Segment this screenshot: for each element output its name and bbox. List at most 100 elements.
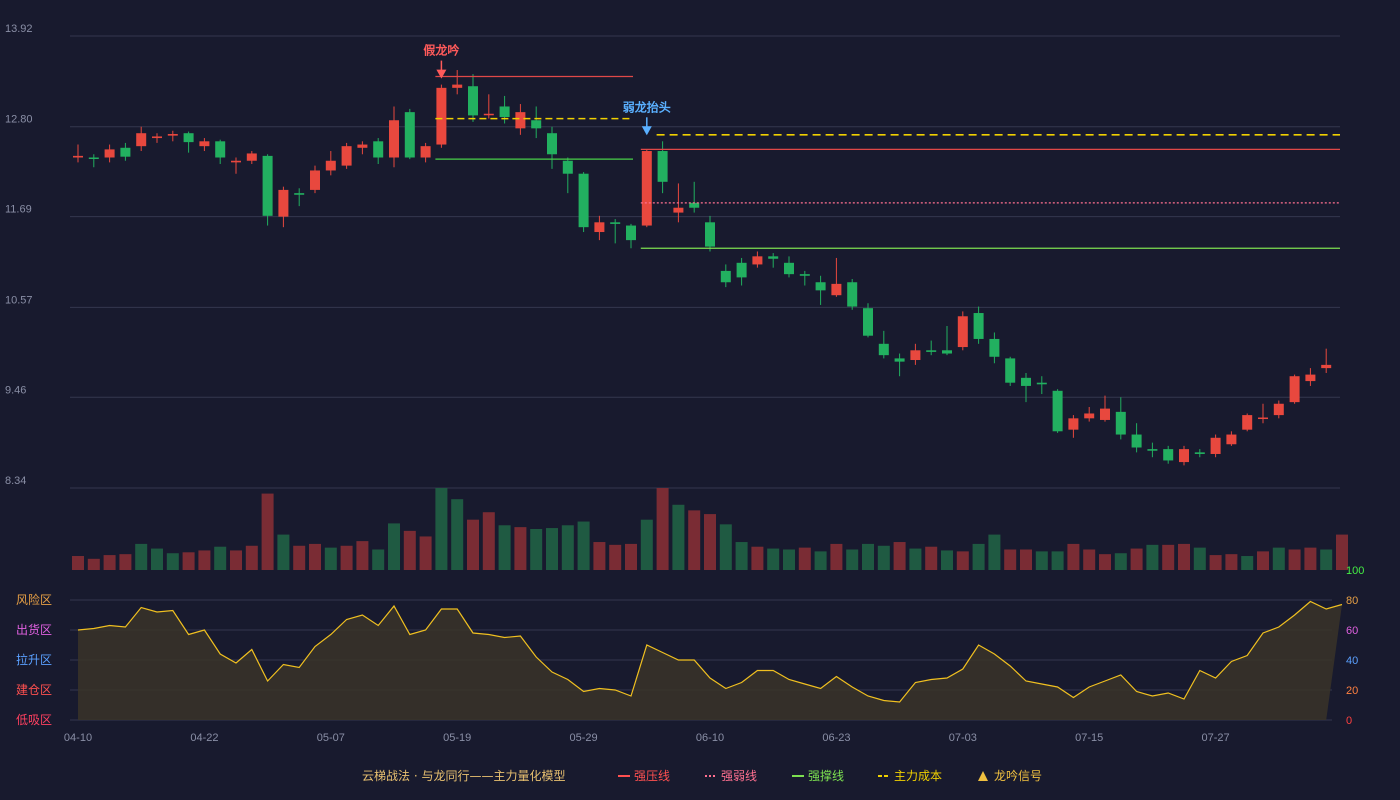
volume-bar (388, 523, 400, 570)
volume-bar (593, 542, 606, 570)
candle-body (1179, 449, 1189, 463)
volume-bar (214, 546, 227, 570)
candle-body (1068, 418, 1079, 430)
volume-bar (1272, 547, 1285, 570)
signal-arrow-icon (436, 69, 447, 79)
volume-bar (941, 550, 953, 570)
candle-body (1115, 411, 1126, 435)
candle-body (215, 141, 226, 158)
volume-bar (1257, 551, 1269, 570)
volume-bar (1304, 547, 1317, 570)
candle-body (389, 120, 399, 158)
candle-body (246, 153, 257, 161)
candle-body (784, 262, 794, 275)
candle-body (136, 133, 147, 147)
candlestick-chart: 13.92 12.80 11.69 10.57 9.46 8.34 假龙吟弱龙抬头 100… (5, 23, 1364, 783)
candle-body (1226, 434, 1237, 445)
volume-bar (135, 543, 148, 570)
indicator-tick-label: 40 (1346, 655, 1358, 667)
candle-body (815, 282, 826, 291)
candle-body (847, 282, 858, 307)
volume-bar (1130, 548, 1143, 570)
candle-body (626, 225, 636, 241)
candle-body (262, 155, 273, 216)
candle-body (1242, 415, 1253, 430)
candle-body (894, 358, 905, 362)
volume-bar (988, 534, 1001, 570)
candle-body (957, 316, 968, 348)
volume-bar (846, 549, 859, 570)
candle-body (341, 146, 352, 166)
volume-bar (309, 543, 321, 570)
candle-body (1131, 434, 1142, 448)
candle-series (73, 70, 1332, 466)
candle-body (515, 112, 526, 129)
volume-bar (1225, 554, 1238, 570)
candle-body (1005, 358, 1016, 383)
price-axis: 13.92 12.80 11.69 10.57 9.46 8.34 (5, 23, 33, 487)
zone-label: 出货区 (16, 622, 52, 637)
volume-bar (862, 543, 874, 570)
volume-bar (1020, 549, 1032, 570)
candle-body (1163, 449, 1174, 461)
indicator-tick-label: 20 (1346, 685, 1358, 697)
price-tick-label: 11.69 (5, 204, 32, 216)
date-tick-label: 07-27 (1202, 732, 1230, 744)
chart-legend: 云梯战法 · 与龙同行——主力量化模型 强压线 强弱线 强撑线 主力成本 龙吟信号 (362, 768, 1042, 783)
volume-bar (672, 504, 685, 570)
candle-body (104, 149, 115, 158)
candle-body (1052, 390, 1063, 432)
candle-body (294, 193, 305, 195)
volume-bar (119, 554, 132, 570)
volume-bar (830, 543, 843, 570)
candle-body (199, 141, 210, 147)
candle-body (278, 189, 289, 217)
candle-body (420, 146, 431, 158)
volume-bar (87, 558, 100, 570)
candle-body (231, 160, 241, 163)
candle-body (1210, 437, 1221, 454)
volume-bar (356, 541, 369, 570)
candle-body (973, 313, 984, 339)
volume-bar (419, 536, 432, 570)
indicator-tick-label: 0 (1346, 715, 1352, 727)
volume-bar (719, 524, 732, 570)
candle-body (594, 222, 605, 233)
volume-bar (751, 546, 764, 570)
candle-body (720, 270, 731, 283)
volume-bar (198, 550, 211, 570)
volume-bar (498, 525, 511, 570)
volume-bar (451, 499, 464, 570)
legend-title: 云梯战法 · 与龙同行——主力量化模型 (362, 769, 565, 783)
price-tick-label: 13.92 (5, 23, 33, 35)
volume-bar (72, 556, 84, 570)
volume-bar (735, 542, 748, 570)
zone-label: 风险区 (16, 592, 52, 607)
candle-body (736, 262, 747, 278)
candle-body (578, 173, 589, 228)
date-axis: 04-10 04-22 05-07 05-19 05-29 06-10 06-23 07-03… (64, 732, 1230, 744)
date-tick-label: 04-22 (190, 732, 218, 744)
volume-bar (688, 510, 701, 570)
volume-bar (1320, 549, 1333, 570)
date-tick-label: 06-10 (696, 732, 724, 744)
legend-item-label: 强压线 (634, 769, 670, 783)
candle-body (452, 84, 463, 88)
volume-bar (956, 551, 969, 570)
candle-body (799, 274, 810, 276)
candle-body (1100, 408, 1110, 420)
candle-body (1194, 452, 1205, 454)
candle-body (1021, 377, 1031, 386)
indicator-tick-label: 80 (1346, 595, 1358, 607)
volume-bar (1178, 543, 1190, 570)
legend-item-label: 强撑线 (808, 768, 844, 783)
indicator-area (77, 600, 1343, 720)
volume-bar (767, 548, 780, 570)
candle-body (942, 350, 952, 354)
volume-bar (277, 534, 290, 570)
volume-bar (514, 527, 527, 570)
volume-bar (403, 530, 416, 570)
candle-body (689, 202, 700, 208)
candle-body (73, 155, 83, 158)
candle-body (989, 338, 1000, 357)
